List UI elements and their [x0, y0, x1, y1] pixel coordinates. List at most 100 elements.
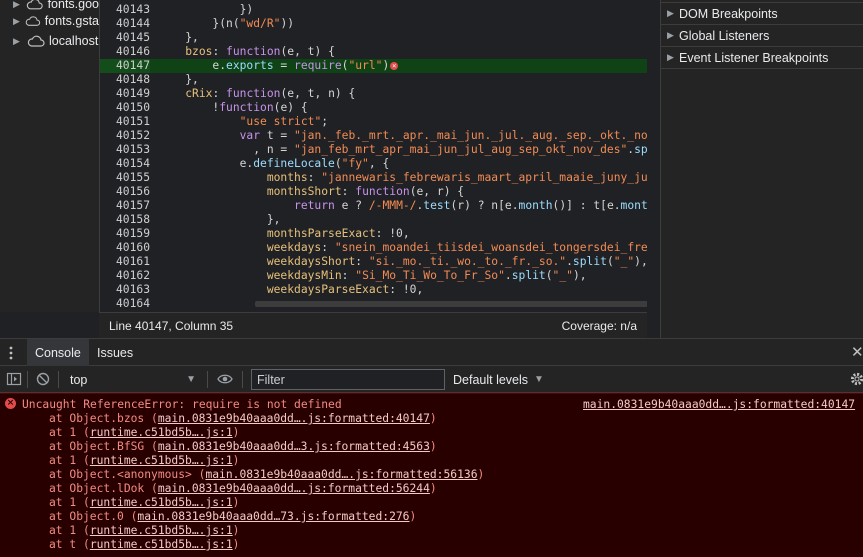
- chevron-right-icon: ▶: [667, 30, 674, 40]
- line-number[interactable]: 40155: [100, 171, 150, 185]
- eye-icon[interactable]: [217, 372, 233, 386]
- cloud-icon: [27, 35, 45, 47]
- toolbar-divider: [242, 371, 243, 388]
- code-line[interactable]: 40157 return e ? /-MMM-/.test(r) ? n[e.m…: [100, 199, 647, 213]
- stack-frame-link[interactable]: main.0831e9b40aaa0dd….js:formatted:56244: [158, 482, 430, 495]
- line-code: bzos: function(e, t) {: [185, 45, 335, 58]
- line-code: },: [158, 213, 281, 226]
- code-line[interactable]: 40147 e.exports = require("url") ×: [100, 59, 647, 73]
- toolbar-divider: [207, 371, 208, 388]
- section-dom-breakpoints[interactable]: ▶ DOM Breakpoints: [661, 3, 863, 25]
- code-line[interactable]: 40148 },: [100, 73, 647, 87]
- code-line[interactable]: 40153 , n = "jan_feb_mrt_apr_mai_jun_jul…: [100, 143, 647, 157]
- section-event-listener-breakpoints[interactable]: ▶ Event Listener Breakpoints: [661, 47, 863, 69]
- code-line[interactable]: 40163 weekdaysParseExact: !0,: [100, 283, 647, 297]
- line-number[interactable]: 40163: [100, 283, 150, 297]
- tab-issues[interactable]: Issues: [89, 339, 141, 366]
- line-number[interactable]: 40144: [100, 17, 150, 31]
- error-source-link[interactable]: main.0831e9b40aaa0dd….js:formatted:40147: [583, 398, 855, 412]
- stack-frame-link[interactable]: runtime.c51bd5b….js:1: [90, 454, 233, 467]
- context-value: top: [70, 372, 88, 387]
- line-number[interactable]: 40148: [100, 73, 150, 87]
- stack-frame: at 1 (runtime.c51bd5b….js:1): [49, 454, 239, 468]
- stack-frame-link[interactable]: runtime.c51bd5b….js:1: [90, 524, 233, 537]
- sidebar-toggle-icon[interactable]: [6, 372, 22, 386]
- code-line[interactable]: 40149 cRix: function(e, t, n) {: [100, 87, 647, 101]
- stack-frame-suffix: ): [232, 426, 240, 439]
- line-number[interactable]: 40156: [100, 185, 150, 199]
- line-number[interactable]: 40147: [100, 59, 150, 73]
- log-levels-dropdown[interactable]: Default levels ▼: [453, 369, 544, 390]
- error-icon[interactable]: ×: [5, 398, 16, 409]
- line-code: }): [158, 3, 254, 16]
- more-vertical-icon[interactable]: [8, 346, 14, 360]
- clear-console-icon[interactable]: [35, 372, 51, 386]
- stack-frame-link[interactable]: main.0831e9b40aaa0dd….js:formatted:40147: [158, 412, 430, 425]
- chevron-right-icon[interactable]: ▶: [13, 0, 24, 10]
- code-line[interactable]: 40159 monthsParseExact: !0,: [100, 227, 647, 241]
- stack-frame-suffix: ): [429, 412, 437, 425]
- line-number[interactable]: 40164: [100, 297, 150, 311]
- editor-horizontal-scrollbar[interactable]: [255, 300, 647, 308]
- code-line[interactable]: 40146 bzos: function(e, t) {: [100, 45, 647, 59]
- chevron-right-icon[interactable]: ▶: [13, 36, 25, 47]
- chevron-right-icon: ▶: [667, 8, 674, 18]
- code-line[interactable]: 40143 }): [100, 3, 647, 17]
- tree-item-localhost[interactable]: ▶ localhost: [0, 31, 99, 51]
- line-number[interactable]: 40158: [100, 213, 150, 227]
- stack-frame: at Object.lDok (main.0831e9b40aaa0dd….js…: [49, 482, 437, 496]
- stack-frame-link[interactable]: main.0831e9b40aaa0dd…3.js:formatted:4563: [158, 440, 430, 453]
- tree-item-label: fonts.goo: [47, 0, 99, 11]
- code-line[interactable]: 40161 weekdaysShort: "si._mo._ti._wo._to…: [100, 255, 647, 269]
- code-line[interactable]: 40155 months: "jannewaris_febrewaris_maa…: [100, 171, 647, 185]
- inline-error-icon[interactable]: ×: [390, 62, 399, 70]
- line-number[interactable]: 40146: [100, 45, 150, 59]
- close-icon[interactable]: ✕: [851, 343, 863, 361]
- code-line[interactable]: 40145 },: [100, 31, 647, 45]
- code-editor[interactable]: 40143 }) 40144 }(n("wd/R")) 40145 }, 40146 …: [99, 0, 647, 312]
- line-code: monthsShort: function(e, r) {: [266, 185, 465, 198]
- stack-frame-suffix: ): [477, 468, 485, 481]
- chevron-right-icon[interactable]: ▶: [13, 16, 23, 27]
- gear-icon[interactable]: [850, 372, 863, 386]
- line-number[interactable]: 40153: [100, 143, 150, 157]
- line-code: , n = "jan_feb_mrt_apr_mai_jun_jul_aug_s…: [158, 143, 647, 156]
- tree-item-label: localhost: [49, 34, 99, 48]
- tab-console[interactable]: Console: [27, 339, 89, 366]
- line-number[interactable]: 40149: [100, 87, 150, 101]
- stack-frame-link[interactable]: runtime.c51bd5b….js:1: [90, 538, 233, 551]
- code-line[interactable]: 40144 }(n("wd/R")): [100, 17, 647, 31]
- stack-frame-link[interactable]: main.0831e9b40aaa0dd….js:formatted:56136: [205, 468, 477, 481]
- filter-input[interactable]: [251, 369, 445, 390]
- stack-frame-function: at Object.lDok (: [49, 482, 158, 495]
- stack-frame-link[interactable]: runtime.c51bd5b….js:1: [90, 426, 233, 439]
- code-line[interactable]: 40151 "use strict";: [100, 115, 647, 129]
- code-line[interactable]: 40154 e.defineLocale("fy", {: [100, 157, 647, 171]
- line-number[interactable]: 40159: [100, 227, 150, 241]
- stack-frame-link[interactable]: main.0831e9b40aaa0dd…73.js:formatted:276: [137, 510, 409, 523]
- line-code: return e ? /-MMM-/.test(r) ? n[e.month()…: [294, 199, 647, 212]
- line-number[interactable]: 40161: [100, 255, 150, 269]
- code-line[interactable]: 40156 monthsShort: function(e, r) {: [100, 185, 647, 199]
- tree-item-fonts-gsta[interactable]: ▶ fonts.gsta: [0, 11, 99, 31]
- stack-frame: at 1 (runtime.c51bd5b….js:1): [49, 426, 239, 440]
- line-number[interactable]: 40162: [100, 269, 150, 283]
- section-global-listeners[interactable]: ▶ Global Listeners: [661, 25, 863, 47]
- line-number[interactable]: 40145: [100, 31, 150, 45]
- line-number[interactable]: 40157: [100, 199, 150, 213]
- stack-frame-link[interactable]: runtime.c51bd5b….js:1: [90, 496, 233, 509]
- line-number[interactable]: 40150: [100, 101, 150, 115]
- line-number[interactable]: 40151: [100, 115, 150, 129]
- line-number[interactable]: 40152: [100, 129, 150, 143]
- code-line[interactable]: 40152 var t = "jan._feb._mrt._apr._mai_j…: [100, 129, 647, 143]
- line-number[interactable]: 40154: [100, 157, 150, 171]
- context-selector[interactable]: top ▼: [62, 369, 202, 390]
- code-line[interactable]: 40162 weekdaysMin: "Si_Mo_Ti_Wo_To_Fr_So…: [100, 269, 647, 283]
- code-line[interactable]: 40150 !function(e) {: [100, 101, 647, 115]
- code-line[interactable]: 40160 weekdays: "snein_moandei_tiisdei_w…: [100, 241, 647, 255]
- line-number[interactable]: 40160: [100, 241, 150, 255]
- code-line[interactable]: 40158 },: [100, 213, 647, 227]
- line-number[interactable]: 40143: [100, 3, 150, 17]
- line-code: weekdaysMin: "Si_Mo_Ti_Wo_To_Fr_So".spli…: [266, 269, 587, 282]
- scrollbar-thumb[interactable]: [255, 301, 647, 307]
